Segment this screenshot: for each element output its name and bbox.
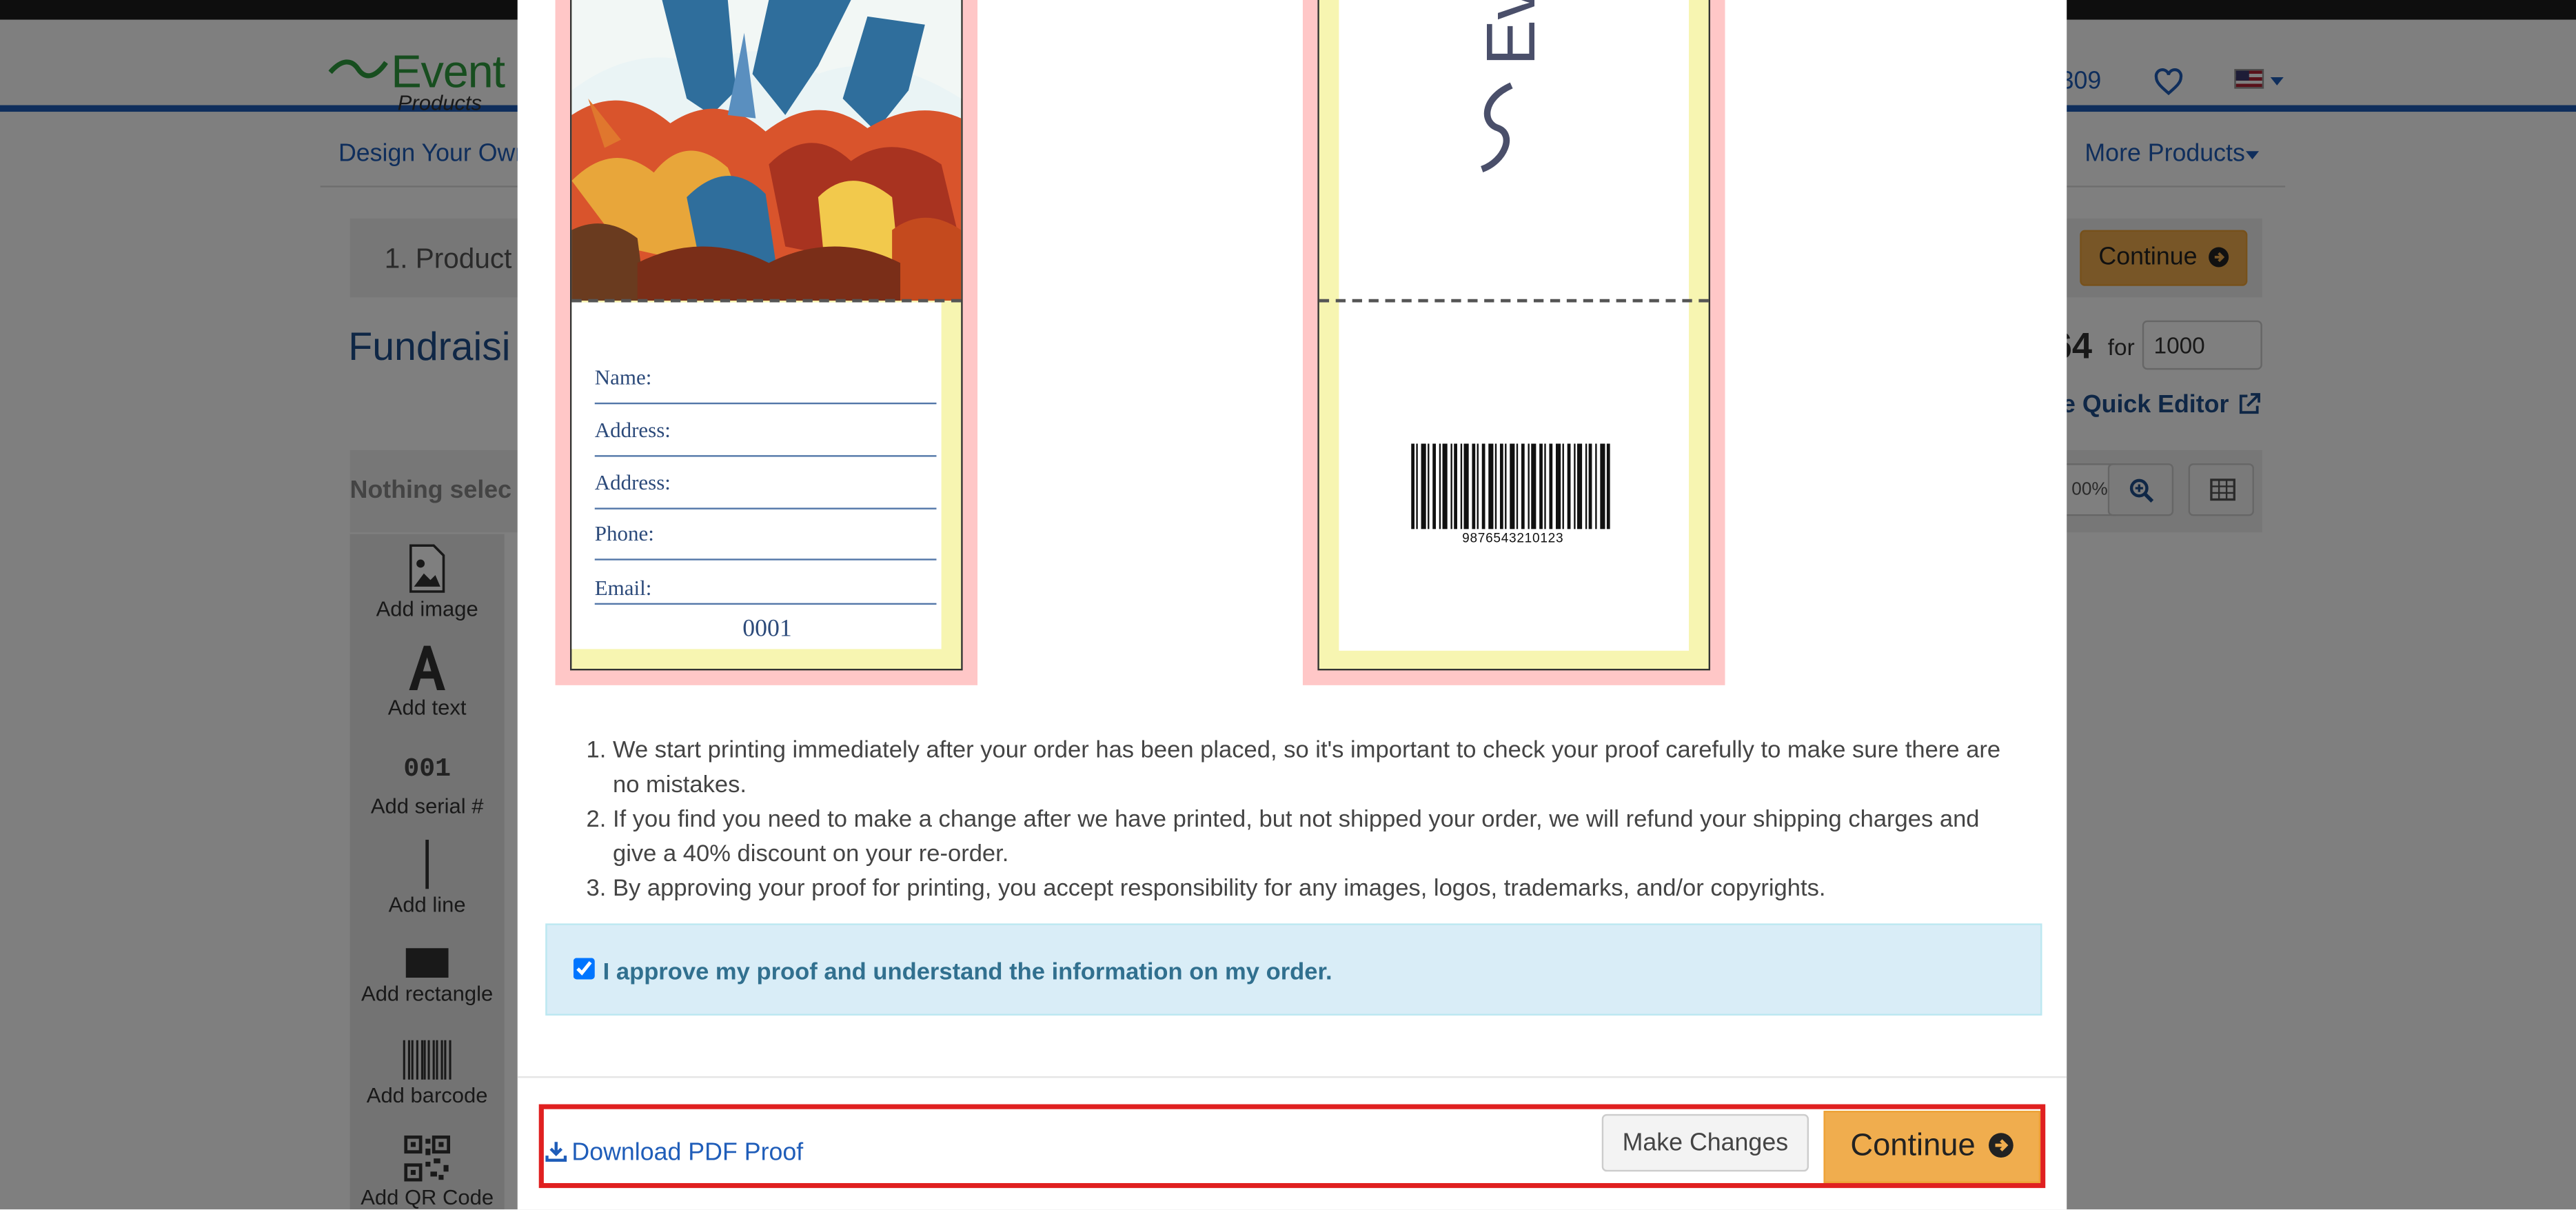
field-label: Phone: — [594, 521, 654, 546]
screen: Event Products 309 Design Your Own More … — [0, 0, 2576, 1210]
field-line — [594, 558, 937, 561]
field-line — [594, 603, 937, 605]
arrow-circle-right-icon — [1988, 1133, 2013, 1158]
logo-swoosh-icon — [1480, 82, 1513, 172]
download-label: Download PDF Proof — [571, 1138, 804, 1167]
back-logo: Ev — [1459, 0, 1557, 181]
front-top-serial: 0001 — [728, 0, 767, 5]
back-logo-text: Ev — [1472, 0, 1550, 66]
field-row: Phone: — [594, 521, 937, 561]
field-label: Address: — [594, 417, 671, 443]
field-line — [594, 455, 937, 457]
footer-divider — [517, 1076, 2067, 1078]
field-line — [594, 507, 937, 510]
field-label: Name: — [594, 365, 652, 390]
download-pdf-proof-link[interactable]: Download PDF Proof — [545, 1139, 803, 1167]
field-row: Address: — [594, 417, 937, 457]
back-proof: Ev 9876543210123 — [1302, 0, 1725, 685]
continue-label: Continue — [1850, 1129, 1976, 1164]
field-line — [594, 402, 937, 405]
hands-artwork — [571, 0, 962, 301]
download-icon — [545, 1142, 567, 1162]
approval-box: I approve my proof and understand the in… — [545, 923, 2042, 1016]
field-label: Email: — [594, 575, 652, 600]
barcode-number: 9876543210123 — [1462, 530, 1564, 546]
terms-list: We start printing immediately after your… — [583, 734, 2029, 907]
approve-label[interactable]: I approve my proof and understand the in… — [603, 960, 1332, 986]
term-item: We start printing immediately after your… — [613, 734, 2029, 803]
front-serial: 0001 — [742, 616, 792, 643]
term-item: By approving your proof for printing, yo… — [613, 873, 2029, 907]
field-row: Name: — [594, 365, 937, 405]
field-row: Email: — [594, 575, 937, 614]
term-item: If you find you need to make a change af… — [613, 803, 2029, 872]
back-perforation — [1319, 299, 1709, 303]
barcode-image — [1411, 443, 1610, 530]
make-changes-button[interactable]: Make Changes — [1601, 1113, 1809, 1172]
field-label: Address: — [594, 470, 671, 495]
proof-modal: 0001 Name: Address: Address: Phone: — [517, 0, 2067, 1210]
approve-checkbox[interactable] — [573, 958, 595, 980]
continue-button[interactable]: Continue — [1823, 1111, 2041, 1183]
field-row: Address: — [594, 470, 937, 510]
front-fields: Name: Address: Address: Phone: Email: — [594, 352, 937, 614]
front-proof: 0001 Name: Address: Address: Phone: — [555, 0, 978, 685]
